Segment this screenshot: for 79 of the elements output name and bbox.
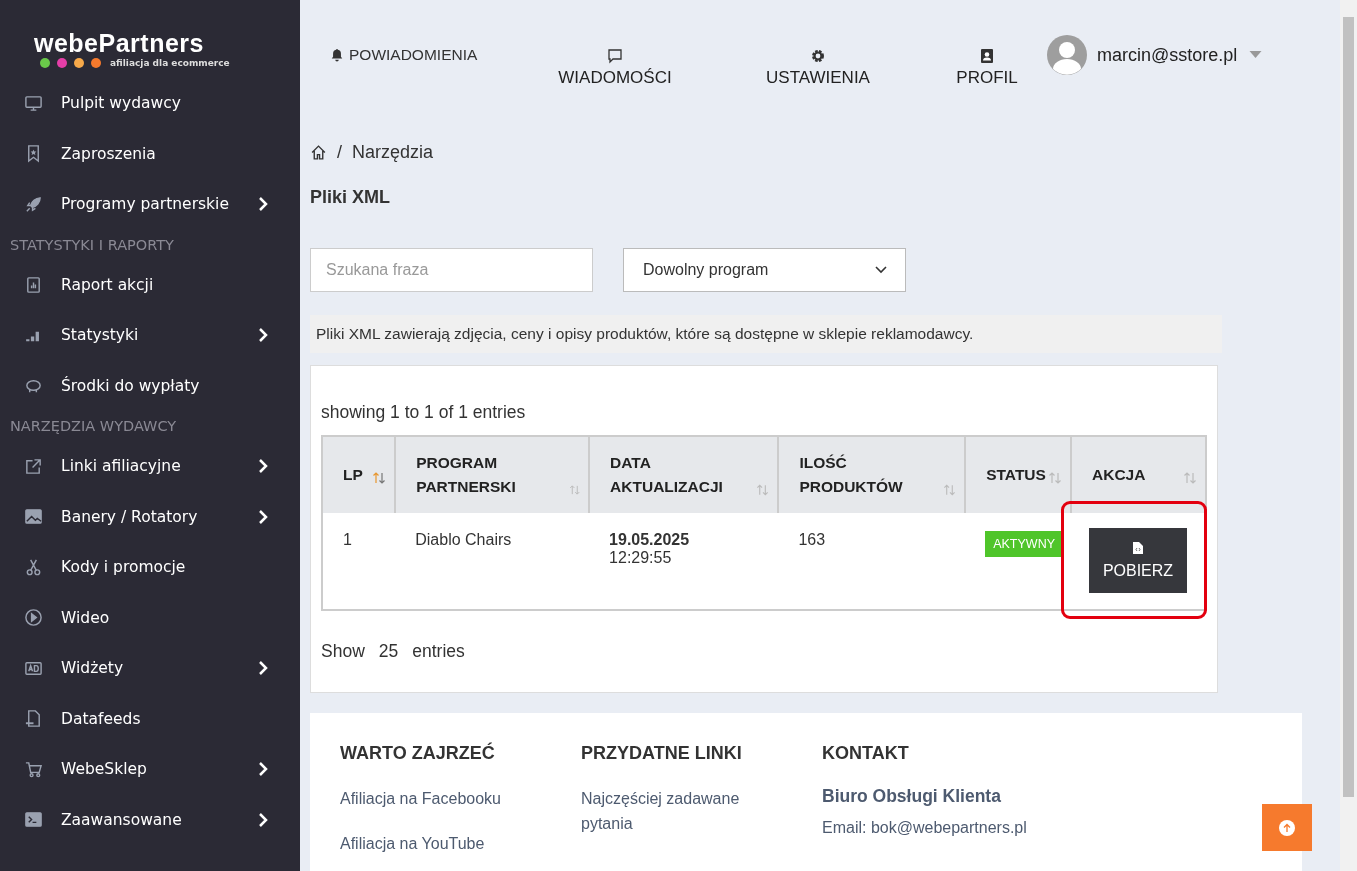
sidebar-item[interactable]: Zaawansowane <box>61 810 258 829</box>
search-field[interactable]: Szukana fraza <box>310 248 593 292</box>
sidebar-item[interactable]: Środki do wypłaty <box>61 376 268 395</box>
logo-tagline: afiliacja dla ecommerce <box>110 58 230 68</box>
play-icon <box>24 608 43 628</box>
sidebar-item[interactable]: Banery / Rotatory <box>61 507 258 526</box>
download-button[interactable]: POBIERZ <box>1089 528 1187 593</box>
arrow-up-icon <box>1279 819 1295 836</box>
external-icon <box>24 456 43 476</box>
chat-icon <box>607 48 623 64</box>
image-icon <box>24 507 43 527</box>
column-header[interactable]: AKCJA <box>1092 463 1146 487</box>
notifications-link[interactable]: POWIADOMIENIA <box>349 46 478 64</box>
entries-summary: showing 1 to 1 of 1 entries <box>321 402 527 423</box>
caret-icon[interactable] <box>1249 51 1263 59</box>
rocket-icon <box>24 194 43 214</box>
sidebar-item[interactable]: Statystyki <box>61 326 258 345</box>
cart-icon <box>24 759 43 779</box>
footer-link[interactable]: Afiliacja na Facebooku <box>340 786 520 811</box>
footer-heading: WARTO ZAJRZEĆ <box>340 743 496 764</box>
sidebar-item[interactable]: Datafeeds <box>61 709 268 728</box>
table-cell-text: 12:29:55 <box>609 549 673 567</box>
sidebar-item[interactable]: Widżety <box>61 659 258 678</box>
footer-link[interactable]: Afiliacja na YouTube <box>340 831 520 856</box>
page-title: Pliki XML <box>310 187 391 208</box>
entries-label: entries <box>412 641 465 662</box>
sidebar-item[interactable]: Pulpit wydawcy <box>61 94 268 113</box>
profile-icon <box>979 48 995 64</box>
show-label: Show <box>321 641 365 662</box>
sort-icon[interactable] <box>756 483 770 497</box>
program-select[interactable]: Dowolny program <box>623 248 906 292</box>
sort-icon[interactable] <box>1048 471 1062 485</box>
scrollbar[interactable] <box>1340 0 1357 871</box>
info-message: Pliki XML zawierają zdjęcia, ceny i opisy produktów, które są dostępne w sklepie reklamodawcy. <box>310 315 1222 353</box>
terminal-icon <box>24 810 43 830</box>
nav-link[interactable]: USTAWIENIA <box>766 68 870 88</box>
sort-icon[interactable] <box>1183 471 1197 485</box>
avatar-icon <box>1047 35 1087 75</box>
table-cell: Diablo Chairs <box>415 531 512 548</box>
column-header[interactable]: LP <box>343 463 363 487</box>
sort-icon[interactable] <box>568 483 581 497</box>
footer-link[interactable]: Najczęściej zadawane pytania <box>581 786 761 836</box>
scrollbar-thumb[interactable] <box>1343 17 1354 797</box>
chevron-down-icon <box>875 266 887 274</box>
column-header[interactable]: STATUS <box>986 463 1046 487</box>
logo-wordmark[interactable]: webePartners <box>34 30 300 56</box>
sort-icon[interactable] <box>943 483 957 497</box>
table-cell: 163 <box>798 531 826 548</box>
scroll-to-top-button[interactable] <box>1262 804 1312 851</box>
table-cell-text: 19.05.2025 <box>609 531 691 549</box>
contact-title: Biuro Obsługi Klienta <box>822 786 1002 807</box>
status-badge: AKTYWNY <box>985 531 1063 557</box>
sidebar-item[interactable]: Zaproszenia <box>61 144 268 163</box>
code-file-icon <box>1133 541 1143 554</box>
footer-link[interactable]: Email: bok@webepartners.pl <box>822 815 1062 840</box>
sidebar-item[interactable]: Linki afiliacyjne <box>61 457 258 476</box>
user-email[interactable]: marcin@sstore.pl <box>1097 44 1238 66</box>
nav-link[interactable]: PROFIL <box>956 68 1018 88</box>
footer-heading: PRZYDATNE LINKI <box>581 743 743 764</box>
nav-link[interactable]: WIADOMOŚCI <box>558 68 672 88</box>
breadcrumb-item[interactable]: Narzędzia <box>352 142 434 163</box>
home-icon[interactable] <box>310 144 327 161</box>
sidebar-item[interactable]: Kody i promocje <box>61 558 268 577</box>
page-size-select[interactable]: 25 <box>378 641 399 662</box>
sidebar-item[interactable]: WebeSklep <box>61 760 258 779</box>
breadcrumb-separator: / <box>337 142 342 163</box>
bell-icon <box>330 48 344 62</box>
monitor-icon <box>24 93 43 113</box>
report-icon <box>24 275 43 295</box>
scissors-icon <box>24 557 43 577</box>
sidebar-item[interactable]: Raport akcji <box>61 275 268 294</box>
footer-heading: KONTAKT <box>822 743 910 764</box>
sidebar-item[interactable]: Wideo <box>61 608 268 627</box>
section-heading: NARZĘDZIA WYDAWCY <box>9 417 178 436</box>
sidebar-item[interactable]: Programy partnerskie <box>61 195 258 214</box>
section-heading: STATYSTYKI I RAPORTY <box>9 235 175 255</box>
settings-icon <box>810 48 826 64</box>
sort-icon[interactable] <box>372 471 387 485</box>
table-cell: 1 <box>343 531 352 548</box>
